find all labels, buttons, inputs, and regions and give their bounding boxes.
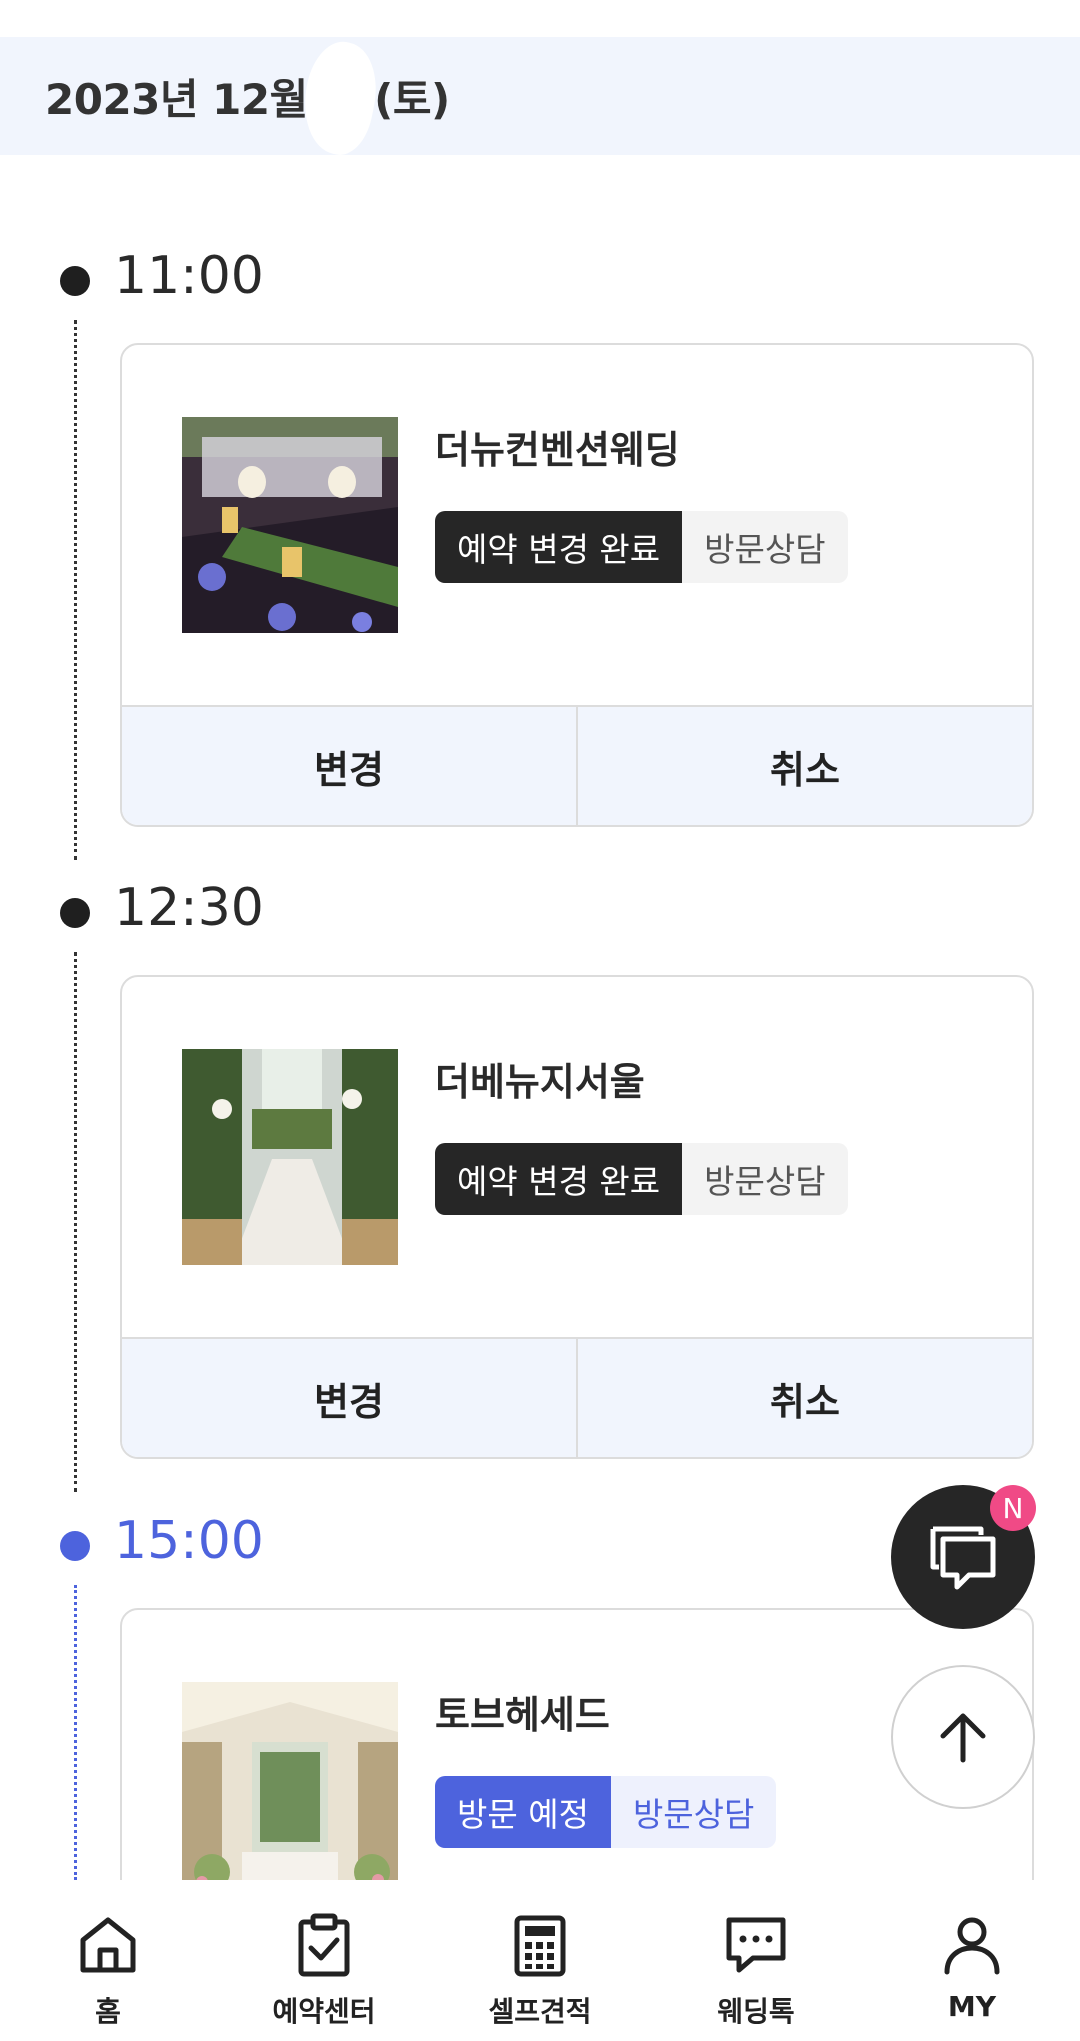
type-badge: 방문상담 bbox=[610, 1776, 777, 1848]
user-icon bbox=[944, 1917, 1000, 1975]
timeline-dot-active bbox=[60, 1531, 90, 1561]
arrow-up-icon bbox=[940, 1713, 986, 1763]
card-actions: 변경 취소 bbox=[122, 705, 1032, 825]
nav-label: 예약센터 bbox=[272, 1995, 376, 2028]
status-badges: 방문 예정 방문상담 bbox=[435, 1776, 777, 1848]
venue-name[interactable]: 토브헤세드 bbox=[435, 1684, 610, 1739]
type-badge: 방문상담 bbox=[682, 511, 848, 583]
cancel-button[interactable]: 취소 bbox=[576, 1339, 1032, 1457]
nav-my[interactable]: MY bbox=[864, 1880, 1080, 2041]
reservation-card: 더뉴컨벤션웨딩 예약 변경 완료 방문상담 변경 취소 bbox=[120, 343, 1034, 827]
status-badge: 예약 변경 완료 bbox=[435, 1143, 683, 1215]
nav-label: 웨딩톡 bbox=[717, 1995, 795, 2028]
timeline-line bbox=[74, 952, 77, 1492]
timeline-line bbox=[74, 1585, 77, 1880]
scroll-top-button[interactable] bbox=[891, 1665, 1035, 1809]
clipboard-check-icon bbox=[298, 1913, 350, 1977]
bottom-nav: 홈 예약센터 셀프견적 웨딩톡 MY bbox=[0, 1880, 1080, 2041]
timeline-dot bbox=[60, 266, 90, 296]
slot-time: 11:00 bbox=[114, 246, 264, 306]
venue-photo[interactable] bbox=[182, 417, 398, 633]
status-badge: 예약 변경 완료 bbox=[435, 511, 683, 583]
slot-time: 15:00 bbox=[114, 1511, 264, 1571]
chat-icon bbox=[930, 1526, 996, 1590]
date-header: 2023년 12월 일 (토) bbox=[0, 37, 1080, 155]
status-badge: 방문 예정 bbox=[435, 1776, 611, 1848]
nav-home[interactable]: 홈 bbox=[0, 1880, 216, 2041]
venue-photo[interactable] bbox=[182, 1682, 398, 1898]
venue-name[interactable]: 더베뉴지서울 bbox=[435, 1051, 645, 1106]
nav-label: 홈 bbox=[95, 1995, 121, 2028]
timeline-line bbox=[74, 320, 77, 860]
status-badges: 예약 변경 완료 방문상담 bbox=[435, 1143, 848, 1215]
change-button[interactable]: 변경 bbox=[122, 707, 576, 825]
nav-label: 셀프견적 bbox=[488, 1995, 592, 2028]
change-button[interactable]: 변경 bbox=[122, 1339, 576, 1457]
cancel-button[interactable]: 취소 bbox=[576, 707, 1032, 825]
date-text: 2023년 12월 일 (토) bbox=[45, 74, 450, 124]
nav-estimate[interactable]: 셀프견적 bbox=[432, 1880, 648, 2041]
nav-reservation[interactable]: 예약센터 bbox=[216, 1880, 432, 2041]
home-icon bbox=[80, 1917, 136, 1973]
slot-time: 12:30 bbox=[114, 878, 264, 938]
reservation-card: 더베뉴지서울 예약 변경 완료 방문상담 변경 취소 bbox=[120, 975, 1034, 1459]
chat-bubble-icon bbox=[726, 1917, 786, 1973]
nav-wedding-talk[interactable]: 웨딩톡 bbox=[648, 1880, 864, 2041]
venue-photo[interactable] bbox=[182, 1049, 398, 1265]
calculator-icon bbox=[514, 1915, 566, 1977]
timeline-dot bbox=[60, 898, 90, 928]
status-badges: 예약 변경 완료 방문상담 bbox=[435, 511, 848, 583]
type-badge: 방문상담 bbox=[682, 1143, 848, 1215]
venue-name[interactable]: 더뉴컨벤션웨딩 bbox=[435, 419, 680, 474]
nav-label: MY bbox=[947, 1990, 997, 2023]
notification-badge: N bbox=[990, 1485, 1036, 1531]
card-actions: 변경 취소 bbox=[122, 1337, 1032, 1457]
